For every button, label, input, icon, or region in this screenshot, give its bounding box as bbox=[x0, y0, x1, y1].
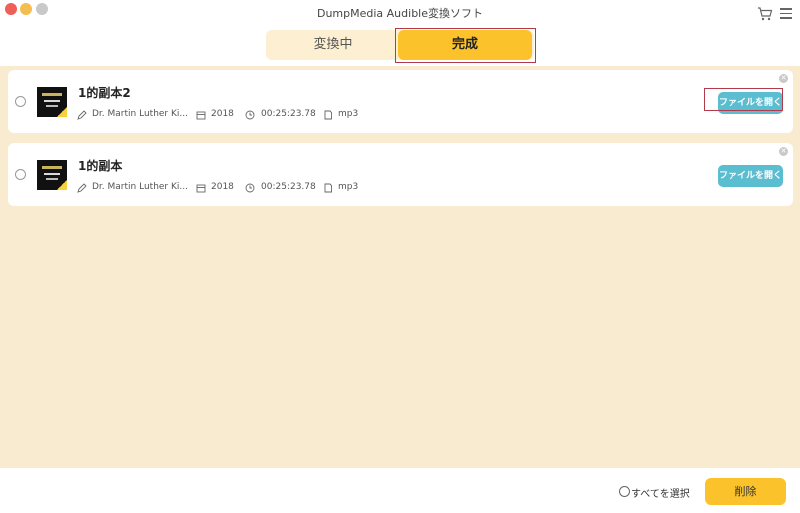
file-icon bbox=[324, 110, 332, 120]
item-year: 2018 bbox=[211, 182, 234, 192]
tab-converting[interactable]: 変換中 bbox=[266, 30, 400, 60]
item-year: 2018 bbox=[211, 109, 234, 119]
item-format: mp3 bbox=[338, 182, 359, 192]
remove-item-icon[interactable]: ✕ bbox=[779, 74, 788, 83]
clock-icon bbox=[245, 183, 255, 193]
cart-icon[interactable] bbox=[757, 6, 773, 22]
item-title: 1的副本 bbox=[78, 159, 123, 173]
list-item: 1的副本 Dr. Martin Luther Ki... 2018 00:25:… bbox=[8, 143, 793, 206]
calendar-icon bbox=[196, 111, 206, 120]
tab-done-highlight bbox=[395, 28, 536, 63]
pen-icon bbox=[77, 183, 87, 193]
converted-list: 1的副本2 Dr. Martin Luther Ki... 2018 00:25… bbox=[0, 66, 800, 468]
item-format: mp3 bbox=[338, 109, 359, 119]
item-duration: 00:25:23.78 bbox=[261, 182, 316, 192]
audiobook-cover bbox=[37, 160, 67, 190]
list-item: 1的副本2 Dr. Martin Luther Ki... 2018 00:25… bbox=[8, 70, 793, 133]
remove-item-icon[interactable]: ✕ bbox=[779, 147, 788, 156]
item-select-radio[interactable] bbox=[15, 96, 26, 107]
open-file-highlight bbox=[704, 88, 783, 111]
audiobook-cover bbox=[37, 87, 67, 117]
file-icon bbox=[324, 183, 332, 193]
menu-icon[interactable] bbox=[780, 8, 792, 19]
item-author: Dr. Martin Luther Ki... bbox=[92, 182, 188, 192]
window-title: DumpMedia Audible変換ソフト bbox=[316, 7, 483, 20]
title-bar: DumpMedia Audible変換ソフト bbox=[0, 0, 800, 24]
calendar-icon bbox=[196, 184, 206, 193]
delete-button[interactable]: 削除 bbox=[705, 478, 786, 505]
select-all-radio[interactable] bbox=[619, 486, 630, 497]
item-author: Dr. Martin Luther Ki... bbox=[92, 109, 188, 119]
open-file-button[interactable]: ファイルを開く bbox=[718, 165, 783, 187]
item-duration: 00:25:23.78 bbox=[261, 109, 316, 119]
pen-icon bbox=[77, 110, 87, 120]
select-all-label[interactable]: すべてを選択 bbox=[631, 485, 690, 500]
clock-icon bbox=[245, 110, 255, 120]
footer-bar: すべてを選択 削除 bbox=[0, 468, 800, 513]
item-select-radio[interactable] bbox=[15, 169, 26, 180]
item-title: 1的副本2 bbox=[78, 86, 131, 100]
